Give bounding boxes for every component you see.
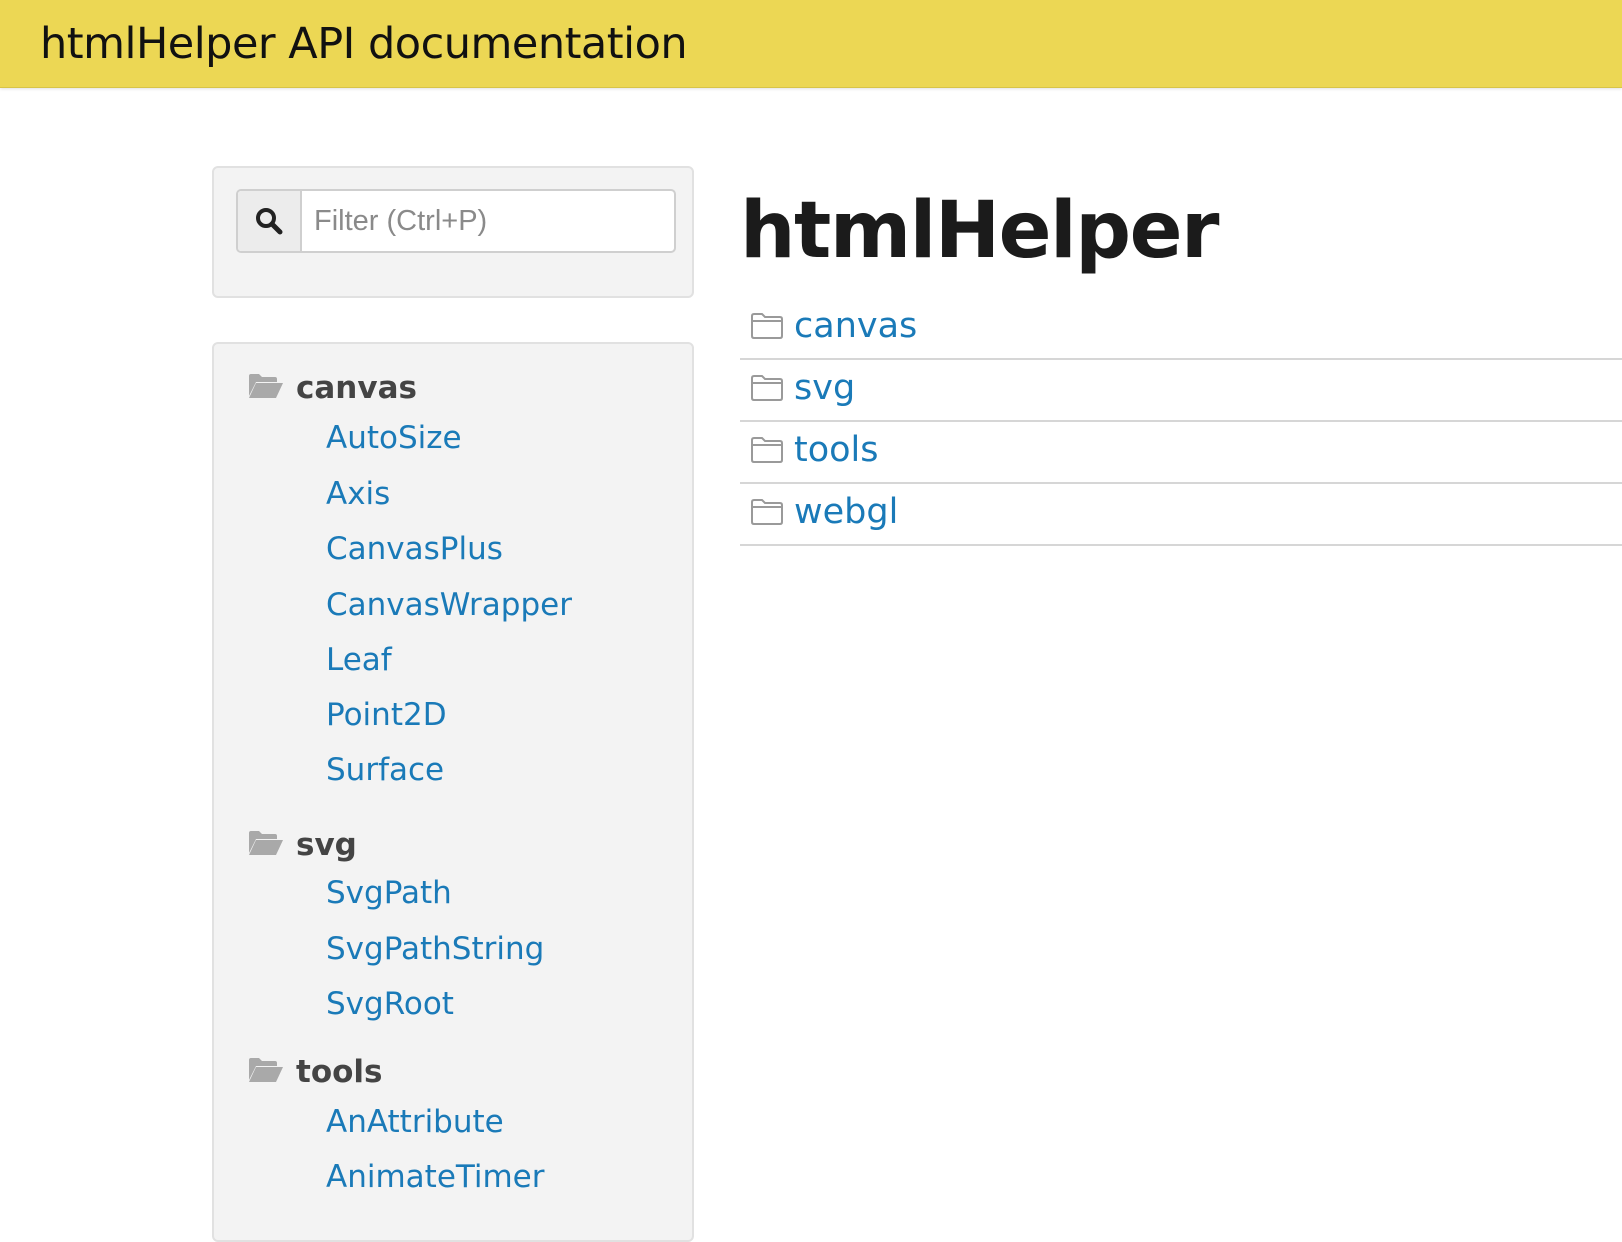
filter-box <box>236 189 676 253</box>
nav-item-canvaswrapper[interactable]: CanvasWrapper <box>326 587 572 623</box>
search-icon <box>256 208 283 235</box>
folder-row-tools[interactable]: tools <box>740 422 1622 484</box>
folder-open-icon <box>249 831 283 855</box>
app-title: htmlHelper API documentation <box>40 19 688 69</box>
page-title: htmlHelper <box>740 186 1219 276</box>
nav-group-label: tools <box>296 1054 383 1090</box>
filter-input[interactable] <box>302 191 672 251</box>
folder-link[interactable]: svg <box>794 368 855 408</box>
folder-row-svg[interactable]: svg <box>740 360 1622 422</box>
folder-open-icon <box>249 1058 283 1082</box>
nav-item-animatetimer[interactable]: AnimateTimer <box>326 1159 545 1195</box>
nav-item-canvasplus[interactable]: CanvasPlus <box>326 531 503 567</box>
folder-icon <box>751 437 783 463</box>
nav-item-svgroot[interactable]: SvgRoot <box>326 986 454 1022</box>
nav-item-svgpathstring[interactable]: SvgPathString <box>326 931 544 967</box>
nav-panel: canvas AutoSize Axis CanvasPlus CanvasWr… <box>212 342 694 1242</box>
folder-link[interactable]: tools <box>794 430 879 470</box>
folder-icon <box>751 313 783 339</box>
nav-group-label: canvas <box>296 370 417 406</box>
nav-item-leaf[interactable]: Leaf <box>326 642 392 678</box>
nav-group-label: svg <box>296 827 357 863</box>
nav-group-header[interactable]: tools <box>248 1048 668 1104</box>
filter-addon <box>238 191 302 251</box>
folder-icon <box>751 375 783 401</box>
nav-item-anattribute[interactable]: AnAttribute <box>326 1104 504 1140</box>
folder-link[interactable]: canvas <box>794 306 917 346</box>
nav-group-header[interactable]: canvas <box>248 364 668 420</box>
nav-group-header[interactable]: svg <box>248 821 668 877</box>
nav-item-axis[interactable]: Axis <box>326 476 390 512</box>
folder-row-canvas[interactable]: canvas <box>740 298 1622 360</box>
nav-item-surface[interactable]: Surface <box>326 752 444 788</box>
nav-item-point2d[interactable]: Point2D <box>326 697 447 733</box>
top-bar: htmlHelper API documentation <box>0 0 1622 88</box>
folder-icon <box>751 499 783 525</box>
folder-link[interactable]: webgl <box>794 492 898 532</box>
folder-open-icon <box>249 374 283 398</box>
folder-row-webgl[interactable]: webgl <box>740 484 1622 546</box>
nav-item-autosize[interactable]: AutoSize <box>326 420 462 456</box>
nav-item-svgpath[interactable]: SvgPath <box>326 875 452 911</box>
filter-panel <box>212 166 694 298</box>
